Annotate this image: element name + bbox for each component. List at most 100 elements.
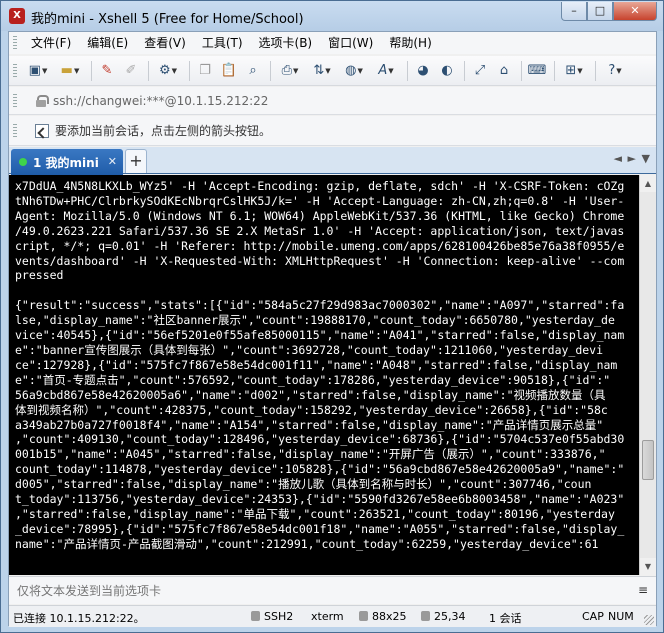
tab-session-1[interactable]: 1 我的mini ✕ — [11, 149, 123, 175]
keyboard-icon[interactable]: ⌨ — [526, 60, 548, 82]
print-icon[interactable]: ⎙ ▼ — [275, 60, 305, 82]
terminal-line: vice":40545},{"id":"56ef5201e0f55afe8500… — [15, 328, 625, 343]
tab-prev-icon[interactable]: ◄ — [614, 152, 622, 165]
terminal-line: Agent: Mozilla/5.0 (Windows NT 6.1; WOW6… — [15, 208, 625, 223]
terminal-line: t_today":113756,"yesterday_device":24353… — [15, 492, 625, 507]
xftp-icon[interactable]: ◕ — [412, 60, 434, 82]
scroll-up-icon[interactable]: ▲ — [640, 175, 656, 192]
send-text-input[interactable] — [17, 583, 577, 598]
toolbar-separator — [148, 60, 149, 81]
toolbar-separator — [464, 60, 465, 81]
status-caps: CAP — [582, 610, 604, 623]
cursor-icon — [421, 611, 430, 621]
terminal-line: ,"count":409130,"count_today":128496,"ye… — [15, 432, 625, 447]
terminal-line: /49.0.2623.221 Safari/537.36 SE 2.X Meta… — [15, 223, 625, 238]
terminal-line: _device":78995},{"id":"575fc7f867e58e54d… — [15, 521, 625, 536]
status-num: NUM — [608, 610, 634, 623]
resize-icon — [359, 611, 368, 621]
close-button[interactable]: ✕ — [613, 2, 657, 21]
hintbar-grip[interactable] — [13, 123, 17, 138]
tab-bar: 1 我的mini ✕ + ◄ ► ▼ — [9, 147, 656, 175]
app-window: X 我的mini - Xshell 5 (Free for Home/Schoo… — [0, 0, 664, 633]
menu-tabs[interactable]: 选项卡(B) — [251, 32, 321, 54]
terminal-line: e":"banner宣传图展示（具体到每张）","count":3692728,… — [15, 342, 604, 357]
terminal-line: d005","starred":false,"display_name":"播放… — [15, 477, 592, 492]
lock-screen-icon[interactable]: ⌂ — [493, 60, 515, 82]
transfer-icon[interactable]: ⇅ ▼ — [307, 60, 337, 82]
client-area: 文件(F) 编辑(E) 查看(V) 工具(T) 选项卡(B) 窗口(W) 帮助(… — [8, 31, 657, 627]
terminal-line: count_today":114878,"yesterday_device":1… — [15, 462, 625, 477]
status-protocol-label: SSH2 — [264, 610, 294, 623]
terminal-line: a349ab27b0a727f0018f4","name":"A154","st… — [15, 417, 604, 432]
menu-tools[interactable]: 工具(T) — [194, 32, 251, 54]
terminal-line: ,"starred":false,"display_name":"单品下载","… — [15, 506, 615, 521]
disconnect-icon[interactable]: ✐ — [120, 60, 142, 82]
new-session-icon[interactable]: ▣ ▼ — [23, 60, 53, 82]
terminal-line: 体到视频名称）","count":428375,"count_today":15… — [15, 402, 608, 417]
menu-file[interactable]: 文件(F) — [23, 32, 79, 54]
toolbar-separator — [189, 60, 190, 81]
terminal-line: lse,"display_name":"社区banner展示","count":… — [15, 313, 615, 328]
terminal-line: e":"首页-专题点击","count":576592,"count_today… — [15, 372, 611, 387]
addressbar-grip[interactable] — [13, 93, 17, 108]
address-input[interactable]: ssh://changwei:***@10.1.15.212:22 — [53, 94, 268, 108]
menu-help[interactable]: 帮助(H) — [381, 32, 439, 54]
tab-list-icon[interactable]: ▼ — [642, 152, 650, 165]
font-icon[interactable]: A ▼ — [371, 60, 401, 82]
compose-menu-icon[interactable]: ≡ — [638, 583, 648, 597]
toolbar-separator — [407, 60, 408, 81]
add-icon[interactable]: ⊞ ▼ — [559, 60, 589, 82]
fullscreen-icon[interactable]: ⤢ — [469, 60, 491, 82]
toolbar-separator — [595, 60, 596, 81]
terminal-line: {"result":"success","stats":[{"id":"584a… — [15, 298, 625, 313]
scroll-down-icon[interactable]: ▼ — [640, 558, 656, 575]
add-session-arrow-icon[interactable] — [35, 123, 49, 138]
paste-icon[interactable]: 📋 — [218, 60, 240, 82]
help-icon[interactable]: ? ▼ — [600, 60, 630, 82]
properties-icon[interactable]: ⚙ ▼ — [153, 60, 183, 82]
terminal-line: cript, */*; q=0.01' -H 'Referer: http://… — [15, 238, 625, 253]
terminal-view[interactable]: x7DdUA_4N5N8LKXLb_WYz5' -H 'Accept-Encod… — [9, 175, 656, 575]
compose-bar: ≡ — [9, 576, 656, 604]
copy-icon[interactable]: ❐ — [194, 60, 216, 82]
tab-label: 1 我的mini — [33, 155, 99, 170]
open-folder-icon[interactable]: ▬ ▼ — [55, 60, 85, 82]
window-resize-grip[interactable] — [644, 615, 654, 625]
title-bar[interactable]: X 我的mini - Xshell 5 (Free for Home/Schoo… — [1, 1, 663, 31]
tab-close-icon[interactable]: ✕ — [108, 155, 117, 168]
terminal-line: tNh6TDw+PHC/ClrbrkySOdKEcNbrqrCslHK5J/k=… — [15, 193, 625, 208]
tab-next-icon[interactable]: ► — [628, 152, 636, 165]
status-size-label: 88x25 — [372, 610, 407, 623]
globe-icon[interactable]: ◍ ▼ — [339, 60, 369, 82]
xshell-app-icon[interactable]: X — [9, 8, 25, 24]
menu-view[interactable]: 查看(V) — [136, 32, 194, 54]
find-icon[interactable]: ⌕ — [242, 60, 264, 82]
status-sessions: 1 会话 — [489, 612, 522, 625]
minimize-button[interactable]: – — [561, 2, 587, 21]
lock-icon — [35, 94, 49, 107]
menu-edit[interactable]: 编辑(E) — [79, 32, 136, 54]
status-size: 88x25 — [359, 610, 407, 623]
terminal-line: ce":127928},{"id":"575fc7f867e58e54dc001… — [15, 357, 618, 372]
maximize-button[interactable]: □ — [587, 2, 613, 21]
address-bar: ssh://changwei:***@10.1.15.212:22 — [9, 87, 656, 115]
toolbar-grip[interactable] — [13, 63, 17, 78]
new-tab-button[interactable]: + — [125, 149, 147, 173]
scrollbar-thumb[interactable] — [642, 440, 654, 480]
xmanager-icon[interactable]: ◐ — [436, 60, 458, 82]
toolbar-separator — [91, 60, 92, 81]
terminal-line: 56a9cbd867e58e42620005a6","name":"d002",… — [15, 387, 606, 402]
terminal-line: vents/dashboard' -H 'X-Requested-With: X… — [15, 253, 625, 268]
terminal-scrollbar[interactable]: ▲ ▼ — [639, 175, 656, 575]
menu-bar: 文件(F) 编辑(E) 查看(V) 工具(T) 选项卡(B) 窗口(W) 帮助(… — [9, 32, 656, 54]
connect-icon[interactable]: ✎ — [96, 60, 118, 82]
connected-status-icon — [19, 158, 27, 166]
window-controls: – □ ✕ — [561, 2, 657, 22]
terminal-line: x7DdUA_4N5N8LKXLb_WYz5' -H 'Accept-Encod… — [15, 179, 625, 193]
lock-icon — [251, 611, 260, 621]
terminal-line: name":"产品详情页-产品截图滑动","count":212991,"cou… — [15, 536, 599, 551]
status-cursor-position: 25,34 — [421, 610, 466, 623]
menu-grip[interactable] — [13, 36, 17, 50]
menu-window[interactable]: 窗口(W) — [320, 32, 381, 54]
